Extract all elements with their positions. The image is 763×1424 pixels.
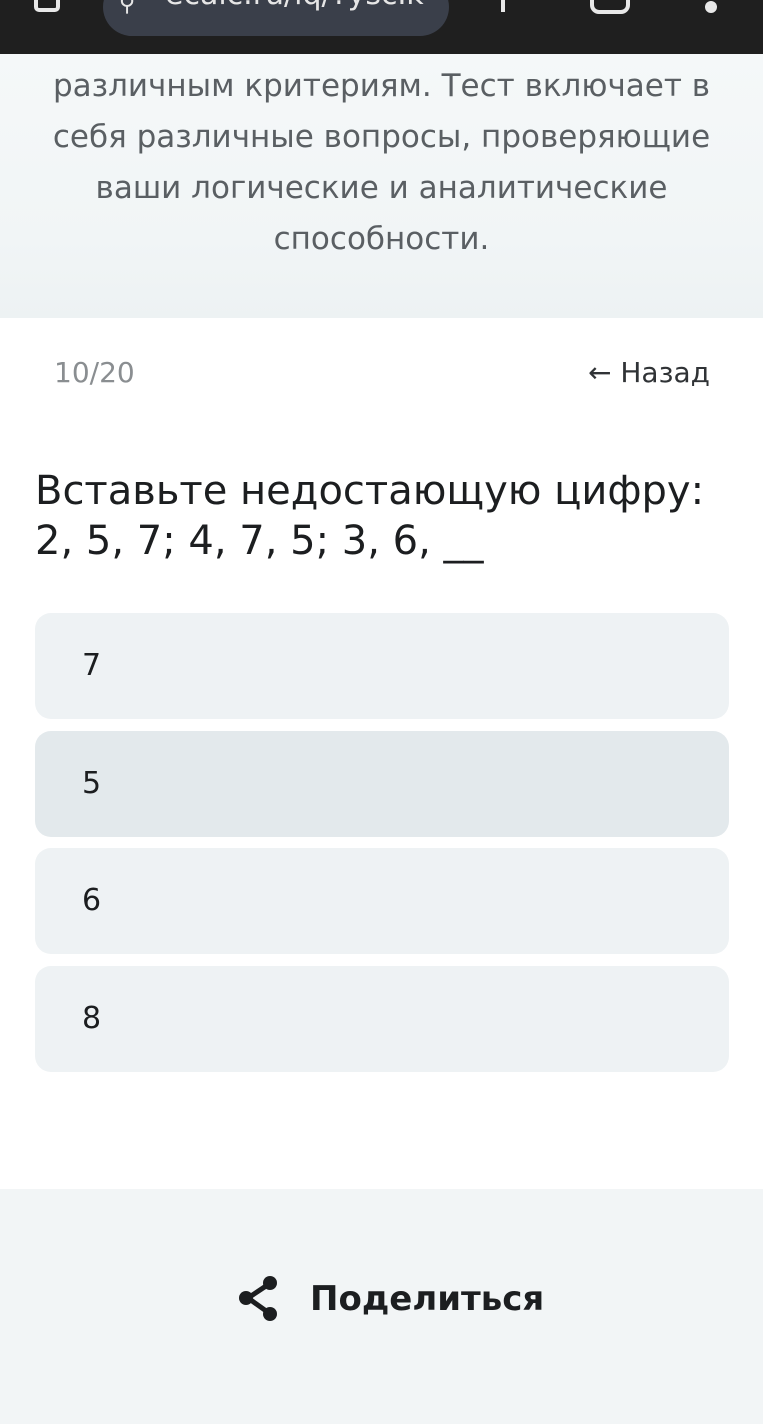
browser-toolbar: ⚲ ecalc.ru/iq/?yscIk — [0, 0, 763, 54]
site-info-icon[interactable]: ⚲ — [119, 0, 135, 16]
question-text: Вставьте недостающую цифру: 2, 5, 7; 4, … — [35, 468, 705, 564]
tabs-icon[interactable] — [590, 0, 630, 14]
answer-option-label: 8 — [82, 1000, 102, 1036]
share-icon — [239, 1276, 277, 1321]
share-label: Поделиться — [310, 1279, 545, 1319]
question-progress: 10/20 — [54, 356, 135, 389]
plus-icon[interactable] — [492, 0, 514, 12]
tab-icon[interactable] — [34, 0, 60, 12]
address-bar[interactable]: ⚲ ecalc.ru/iq/?yscIk — [103, 0, 449, 36]
answer-option-label: 5 — [82, 765, 102, 801]
answer-option[interactable]: 5 — [35, 730, 729, 837]
quiz-card: 10/20 ← Назад Вставьте недостающую цифру… — [0, 318, 763, 1189]
url-text[interactable]: ecalc.ru/iq/?yscIk — [165, 0, 424, 10]
share-button[interactable]: Поделиться — [236, 1275, 544, 1323]
intro-description: различным критериям. Тест включает в себ… — [52, 68, 711, 257]
answer-option-label: 7 — [82, 648, 102, 683]
intro-section: различным критериям. Тест включает в себ… — [0, 54, 763, 318]
answer-option[interactable]: 6 — [35, 848, 729, 954]
answer-option[interactable]: 7 — [35, 613, 729, 719]
back-button[interactable]: ← Назад — [588, 356, 710, 390]
answer-options: 7 5 6 8 — [35, 613, 729, 1083]
menu-icon[interactable] — [704, 0, 718, 14]
answer-option-label: 6 — [82, 883, 102, 918]
share-section: Поделиться — [0, 1189, 763, 1424]
answer-option[interactable]: 8 — [35, 965, 729, 1072]
page: ⚲ ecalc.ru/iq/?yscIk различным критериям… — [0, 0, 763, 1424]
